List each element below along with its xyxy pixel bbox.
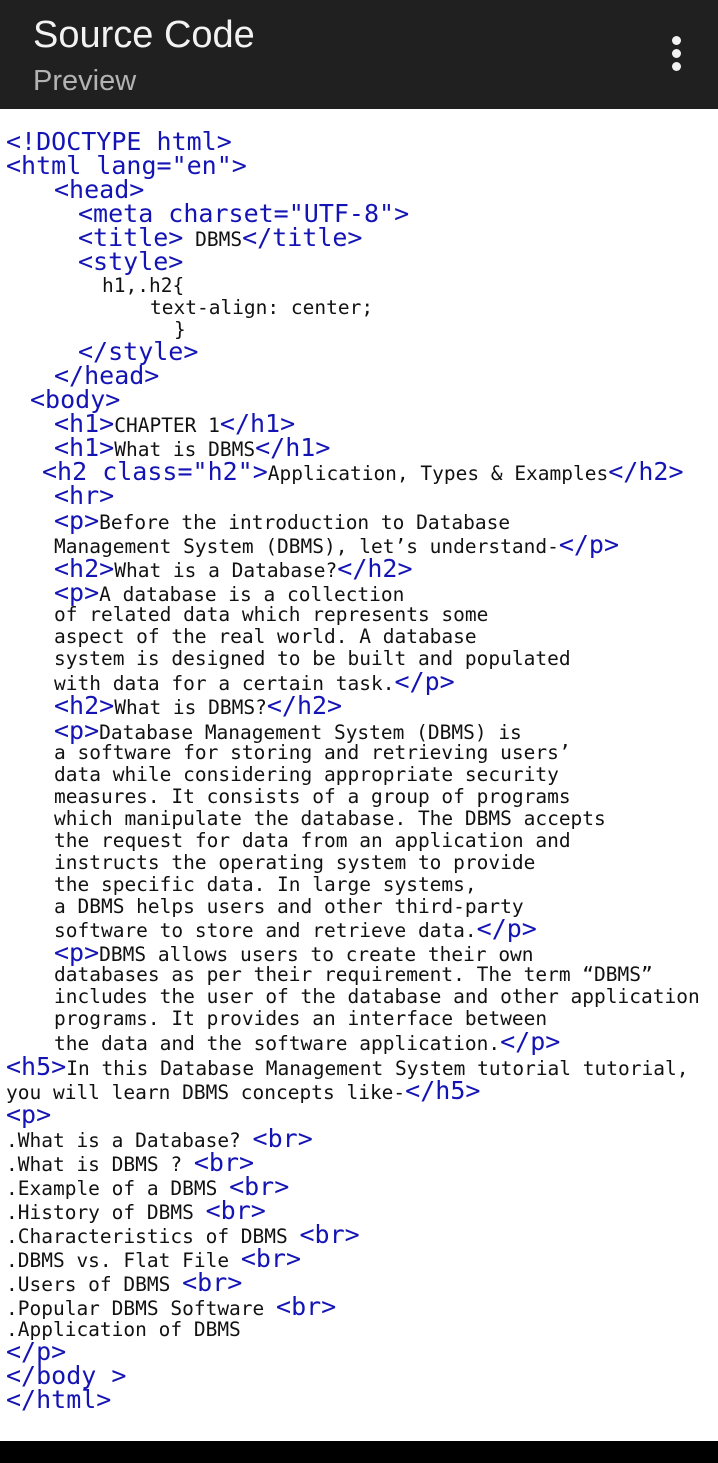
system-navigation-bar xyxy=(0,1441,718,1463)
code-line: <style> xyxy=(78,247,184,276)
code-tag: <br> xyxy=(205,1196,266,1225)
code-text: the request for data from an application… xyxy=(54,829,571,852)
code-line: data while considering appropriate secur… xyxy=(54,763,559,787)
code-text: system is designed to be built and popul… xyxy=(54,647,571,670)
code-text: .What is DBMS ? xyxy=(6,1153,194,1176)
code-line: .Popular DBMS Software <br> xyxy=(6,1292,337,1321)
code-tag: <p> xyxy=(6,1100,52,1129)
code-line: of related data which represents some xyxy=(54,603,488,627)
code-tag: <p> xyxy=(54,506,100,535)
code-tag: <br> xyxy=(182,1268,243,1297)
code-line: .History of DBMS <br> xyxy=(6,1196,266,1225)
code-text: Application, Types & Examples xyxy=(267,462,609,485)
code-text: a DBMS helps users and other third-party xyxy=(54,895,524,918)
code-line: software to store and retrieve data.</p> xyxy=(54,914,537,943)
code-line: <h2>What is DBMS?</h2> xyxy=(54,691,343,720)
code-text: you will learn DBMS concepts like- xyxy=(6,1081,406,1104)
code-text: data while considering appropriate secur… xyxy=(54,763,559,786)
code-tag: <br> xyxy=(276,1292,337,1321)
code-line: programs. It provides an interface betwe… xyxy=(54,1007,547,1031)
code-line: </html> xyxy=(6,1385,112,1414)
source-code-view[interactable]: <!DOCTYPE html> <html lang="en"> <head> <me… xyxy=(0,109,718,1441)
code-tag: </h2> xyxy=(266,691,343,720)
code-tag: </h2> xyxy=(337,554,413,583)
code-tag: </p> xyxy=(558,530,620,559)
code-line: which manipulate the database. The DBMS … xyxy=(54,807,606,831)
code-text: software to store and retrieve data. xyxy=(54,919,477,942)
code-line: <h2>What is a Database?</h2> xyxy=(54,554,413,583)
code-line: includes the user of the database and ot… xyxy=(54,985,700,1009)
code-text: includes the user of the database and ot… xyxy=(54,985,700,1008)
code-text: databases as per their requirement. The … xyxy=(54,963,653,986)
code-line: .What is a Database? <br> xyxy=(6,1124,313,1153)
code-text: the data and the software application. xyxy=(54,1032,501,1055)
code-tag: </p> xyxy=(394,667,455,696)
code-text: aspect of the real world. A database xyxy=(54,625,477,648)
code-text: text-align: center; xyxy=(150,296,374,319)
code-text: programs. It provides an interface betwe… xyxy=(54,1007,548,1030)
code-tag: </html> xyxy=(6,1385,112,1414)
code-tag: <br> xyxy=(252,1124,313,1153)
code-tag: </p> xyxy=(476,914,537,943)
code-text: .History of DBMS xyxy=(6,1201,206,1224)
code-line: a software for storing and retrieving us… xyxy=(54,741,571,765)
code-text: the specific data. In large systems, xyxy=(54,873,477,896)
code-text: .Example of a DBMS xyxy=(6,1177,230,1200)
code-text: Before the introduction to Database xyxy=(99,511,511,534)
code-text: a software for storing and retrieving us… xyxy=(54,741,571,764)
code-tag: </h5> xyxy=(405,1076,481,1105)
code-line: you will learn DBMS concepts like-</h5> xyxy=(6,1076,481,1105)
code-text: which manipulate the database. The DBMS … xyxy=(54,807,606,830)
code-tag: <br> xyxy=(299,1220,360,1249)
code-line: .Characteristics of DBMS <br> xyxy=(6,1220,360,1249)
code-line: system is designed to be built and popul… xyxy=(54,647,571,671)
code-text: of related data which represents some xyxy=(54,603,489,626)
code-line: .Users of DBMS <br> xyxy=(6,1268,243,1297)
code-text: .Popular DBMS Software xyxy=(6,1297,277,1320)
code-line: <p>Before the introduction to Database xyxy=(54,506,511,535)
code-text: measures. It consists of a group of prog… xyxy=(54,785,571,808)
code-line: <hr> xyxy=(54,483,114,508)
code-text: h1,.h2{ xyxy=(102,274,185,297)
code-line: the specific data. In large systems, xyxy=(54,873,477,897)
code-line: instructs the operating system to provid… xyxy=(54,851,535,875)
app-subtitle: Preview xyxy=(33,65,137,97)
code-text: .Users of DBMS xyxy=(6,1273,183,1296)
code-text: What is a Database? xyxy=(114,559,338,582)
code-text: DBMS xyxy=(183,228,243,251)
app-bar: Source Code Preview xyxy=(0,0,718,109)
code-line: the request for data from an application… xyxy=(54,829,571,853)
code-line: a DBMS helps users and other third-party xyxy=(54,895,524,919)
code-line: measures. It consists of a group of prog… xyxy=(54,785,571,809)
code-text: CHAPTER 1 xyxy=(114,414,220,437)
code-line: the data and the software application.</… xyxy=(54,1027,561,1056)
code-line: text-align: center; xyxy=(150,296,373,320)
app-title: Source Code xyxy=(33,14,255,56)
code-tag: <br> xyxy=(240,1244,302,1273)
code-tag: </h2> xyxy=(608,457,684,486)
code-tag: <style> xyxy=(78,247,184,276)
code-tag: </title> xyxy=(242,223,363,252)
code-line: aspect of the real world. A database xyxy=(54,625,477,649)
code-line: h1,.h2{ xyxy=(102,274,184,298)
code-line: databases as per their requirement. The … xyxy=(54,963,653,987)
code-text: In this Database Management System tutor… xyxy=(66,1057,689,1080)
code-line: <h2 class="h2">Application, Types & Exam… xyxy=(42,457,684,486)
code-text: instructs the operating system to provid… xyxy=(54,851,536,874)
code-tag: <h5> xyxy=(6,1052,67,1081)
code-line: .What is DBMS ? <br> xyxy=(6,1150,254,1176)
code-line: <p>DBMS allows users to create their own xyxy=(54,940,534,966)
code-line: <p> xyxy=(6,1100,52,1129)
code-tag: </p> xyxy=(500,1027,561,1056)
more-vert-icon[interactable] xyxy=(656,30,696,76)
code-text: Management System (DBMS), let’s understa… xyxy=(54,535,559,558)
code-line: <p>A database is a collection xyxy=(54,580,404,606)
code-line: <h5>In this Database Management System t… xyxy=(6,1052,689,1081)
code-line: .DBMS vs. Flat File <br> xyxy=(6,1244,302,1273)
code-line: <p>Database Management System (DBMS) is xyxy=(54,718,522,744)
code-text: What is DBMS? xyxy=(114,696,267,719)
